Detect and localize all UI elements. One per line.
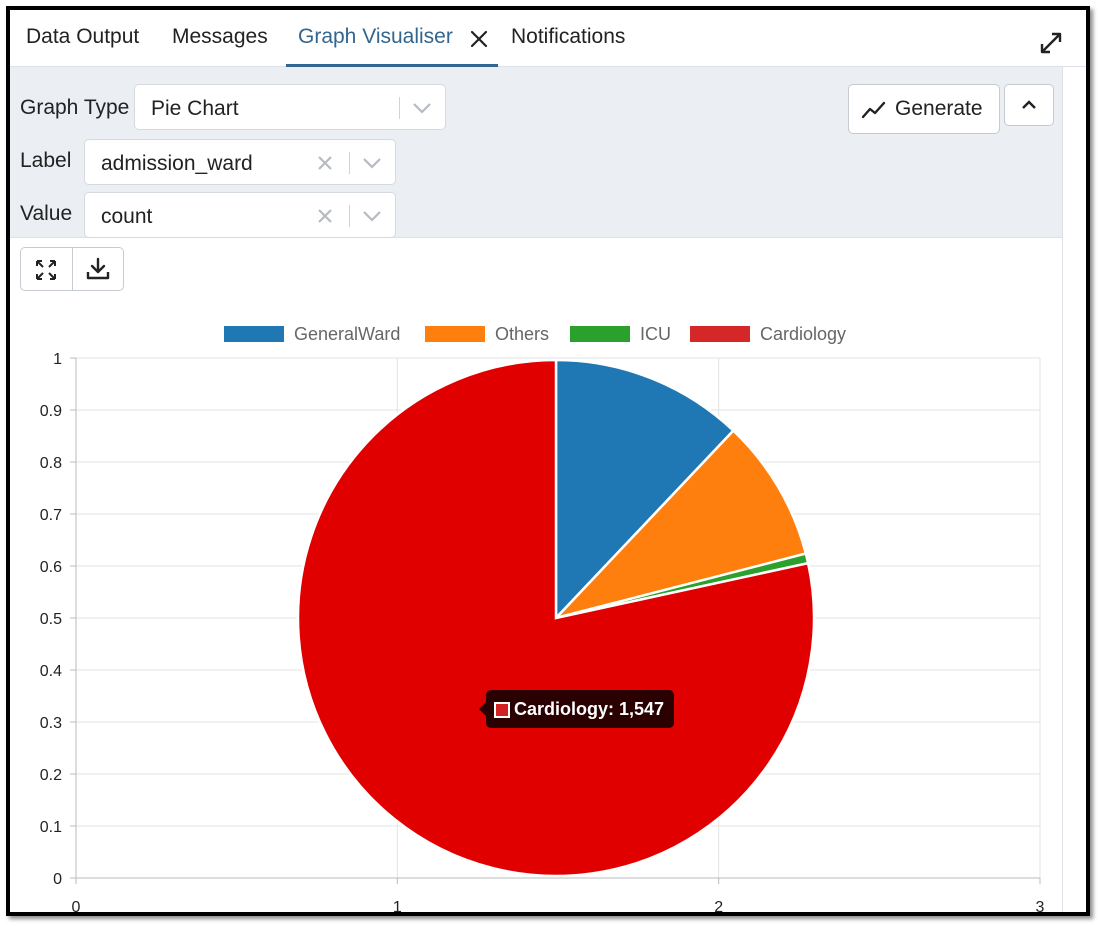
legend-label: ICU (640, 324, 671, 344)
y-tick-label: 0.5 (40, 611, 62, 628)
value-field-value: count (101, 205, 153, 228)
graph-type-select[interactable]: Pie Chart (134, 84, 446, 130)
graph-options: Graph Type Pie Chart Label admission_war… (10, 67, 1062, 238)
legend-swatch (224, 326, 284, 342)
select-separator (349, 205, 350, 227)
value-field-select[interactable]: count (84, 192, 396, 238)
pie-chart: 0 0.1 0.2 0.3 0.4 0.5 0.6 0.7 0.8 0.9 1 0 1 2 3 General… (40, 324, 1045, 912)
x-tick-label: 1 (393, 899, 402, 912)
legend-swatch (690, 326, 750, 342)
y-tick-label: 0.8 (40, 455, 62, 472)
close-icon[interactable] (470, 30, 488, 48)
value-field-label: Value (20, 202, 73, 225)
expand-icon[interactable] (1038, 30, 1064, 56)
legend-swatch (570, 326, 630, 342)
generate-button-label: Generate (895, 97, 983, 120)
y-tick-label: 0.1 (40, 819, 62, 836)
y-tick-label: 0 (53, 871, 62, 888)
x-tick-label: 2 (714, 899, 723, 912)
chevron-up-icon (1022, 100, 1036, 109)
y-tick-label: 0.9 (40, 403, 62, 420)
chart-toolbar (20, 247, 124, 291)
tooltip-swatch (494, 702, 510, 718)
legend-label: GeneralWard (294, 324, 400, 344)
tab-data-output[interactable]: Data Output (26, 25, 139, 49)
download-icon[interactable] (85, 256, 111, 282)
legend-label: Cardiology (760, 324, 846, 344)
tab-notifications[interactable]: Notifications (511, 25, 625, 49)
label-field-label: Label (20, 149, 72, 172)
select-separator (349, 152, 350, 174)
y-tick-label: 0.2 (40, 767, 62, 784)
tab-messages[interactable]: Messages (172, 25, 268, 49)
graph-type-label: Graph Type (20, 96, 130, 119)
tooltip-text: Cardiology: 1,547 (514, 699, 665, 719)
chart-tooltip: Cardiology: 1,547 (479, 690, 675, 728)
chevron-down-icon (363, 211, 381, 222)
select-separator (399, 97, 400, 119)
graph-visualiser-window: Data Output Messages Graph Visualiser No… (6, 6, 1090, 916)
fullscreen-icon[interactable] (34, 258, 58, 282)
clear-icon[interactable] (317, 208, 333, 224)
tab-graph-visualiser[interactable]: Graph Visualiser (298, 25, 453, 49)
tab-bar: Data Output Messages Graph Visualiser No… (10, 10, 1086, 67)
graph-panel: Data Output Messages Graph Visualiser No… (10, 10, 1086, 912)
label-field-value: admission_ward (101, 152, 253, 175)
label-field-select[interactable]: admission_ward (84, 139, 396, 185)
y-tick-label: 0.7 (40, 507, 62, 524)
x-tick-label: 3 (1036, 899, 1045, 912)
legend-label: Others (495, 324, 549, 344)
graph-type-value: Pie Chart (151, 97, 239, 120)
legend-swatch (425, 326, 485, 342)
clear-icon[interactable] (317, 155, 333, 171)
generate-button[interactable]: Generate (848, 84, 1000, 134)
x-tick-label: 0 (72, 899, 81, 912)
chevron-down-icon (413, 103, 431, 114)
y-tick-label: 1 (53, 351, 62, 368)
toolbar-divider (72, 248, 73, 290)
chevron-down-icon (363, 158, 381, 169)
y-tick-label: 0.6 (40, 559, 62, 576)
line-chart-icon (861, 101, 886, 119)
y-tick-label: 0.4 (40, 663, 62, 680)
collapse-button[interactable] (1004, 84, 1054, 126)
tooltip-arrow (479, 702, 486, 716)
y-tick-label: 0.3 (40, 715, 62, 732)
